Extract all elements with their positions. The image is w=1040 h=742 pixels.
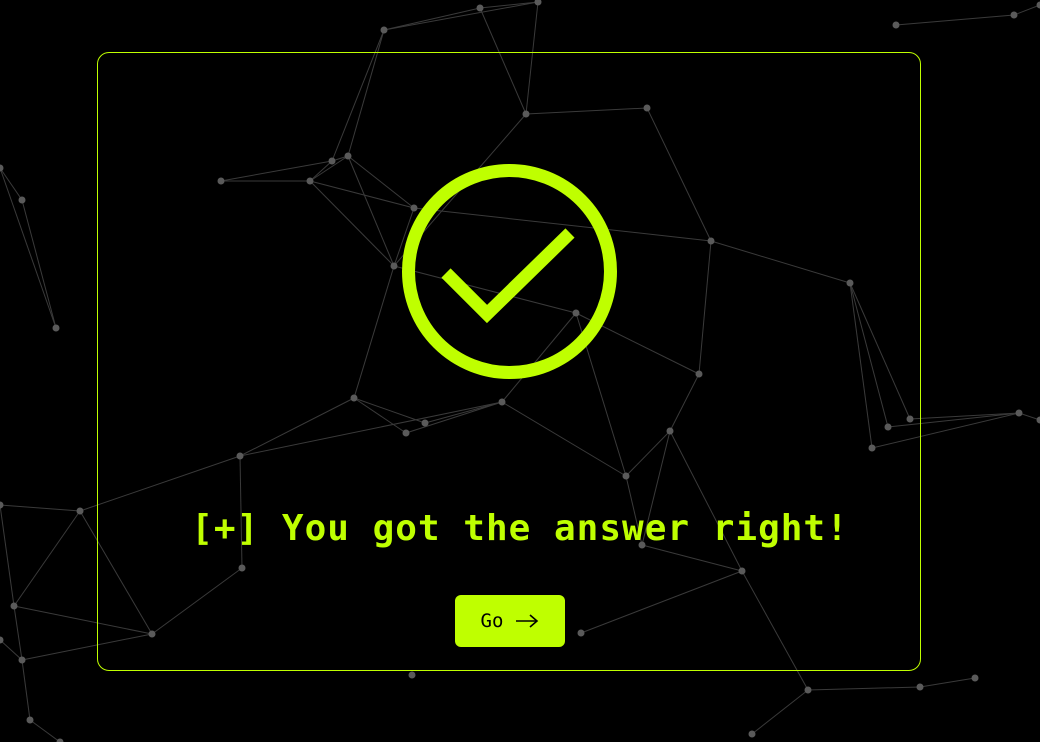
network-edge xyxy=(383,1,539,31)
network-node xyxy=(748,730,756,738)
network-edge xyxy=(919,677,976,688)
network-node xyxy=(1010,11,1018,19)
network-node xyxy=(892,21,900,29)
network-edge xyxy=(21,659,31,721)
network-edge xyxy=(0,639,23,661)
network-edge xyxy=(0,167,57,329)
network-edge xyxy=(21,199,57,329)
network-edge xyxy=(1013,4,1040,16)
go-button[interactable]: Go xyxy=(455,595,565,647)
network-edge xyxy=(29,719,61,742)
network-edge xyxy=(13,605,23,661)
network-node xyxy=(18,656,26,664)
network-node xyxy=(380,26,388,34)
network-edge xyxy=(383,7,481,31)
network-node xyxy=(916,683,924,691)
network-node xyxy=(56,738,64,742)
network-edge xyxy=(807,686,921,691)
network-node xyxy=(1036,1,1040,9)
result-message: [+] You got the answer right! xyxy=(191,508,849,549)
network-node xyxy=(534,0,542,6)
network-node xyxy=(476,4,484,12)
network-edge xyxy=(895,14,1015,26)
network-node xyxy=(10,602,18,610)
network-node xyxy=(18,196,26,204)
network-edge xyxy=(751,689,809,735)
network-node xyxy=(971,674,979,682)
network-edge xyxy=(0,167,23,201)
network-node xyxy=(1015,409,1023,417)
network-node xyxy=(0,164,4,172)
network-node xyxy=(408,671,416,679)
network-edge xyxy=(909,412,1020,420)
network-node xyxy=(26,716,34,724)
go-button-label: Go xyxy=(480,610,504,632)
check-circle-icon xyxy=(402,164,617,379)
network-node xyxy=(52,324,60,332)
arrow-right-icon xyxy=(516,614,539,628)
network-node xyxy=(1036,416,1040,424)
network-node xyxy=(804,686,812,694)
